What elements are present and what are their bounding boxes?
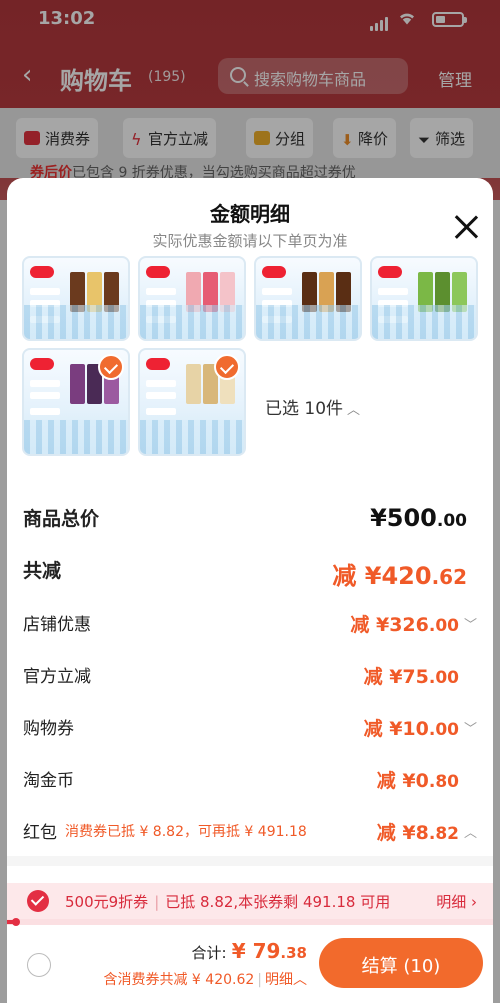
coupon-name: 500元9折券: [65, 893, 149, 911]
total-amount: ¥ 79.38: [231, 939, 307, 963]
amount-row-label: 红包: [23, 823, 57, 843]
chevron-up-icon: ︿: [347, 403, 361, 418]
amount-row-value: 减 ¥10.00: [363, 718, 459, 740]
amount-row-label: 官方立减: [23, 667, 91, 687]
divider: [7, 856, 493, 866]
chevron-up-icon[interactable]: ︿: [464, 822, 477, 841]
total-detail-link[interactable]: 明细︿: [265, 972, 307, 988]
check-icon[interactable]: [98, 354, 124, 380]
amount-row-label: 购物券: [23, 719, 74, 739]
selected-count: 已选 10件: [265, 399, 344, 419]
brand-logo: [146, 266, 170, 278]
chevron-down-icon[interactable]: ﹀: [464, 718, 477, 737]
product-thumbnail[interactable]: [22, 256, 130, 341]
total-price: 合计: ¥ 79.38: [192, 939, 307, 963]
amount-row-label: 店铺优惠: [23, 615, 91, 635]
amount-row-value: 减 ¥8.82: [376, 822, 459, 844]
amount-row: 官方立减 减 ¥75.00: [23, 662, 477, 692]
product-thumbnail[interactable]: [370, 256, 478, 341]
checkout-bar: 合计: ¥ 79.38 含消费券共减 ¥ 420.62 | 明细︿ 结算 (10): [7, 933, 493, 1003]
brand-logo: [378, 266, 402, 278]
checkout-button[interactable]: 结算 (10): [319, 938, 483, 988]
product-thumbnail[interactable]: [22, 348, 130, 456]
selected-count-toggle[interactable]: 已选 10件 ︿: [265, 394, 360, 419]
product-thumbnail[interactable]: [138, 348, 246, 456]
sheet-subtitle: 实际优惠金额请以下单页为准: [152, 232, 348, 250]
close-icon[interactable]: [453, 214, 479, 240]
brand-logo: [30, 266, 54, 278]
total-label: 合计:: [191, 944, 227, 962]
coupon-strip-text: 500元9折券 | 已抵 8.82,本张券剩 491.18 可用: [65, 893, 391, 911]
brand-logo: [262, 266, 286, 278]
amount-row-value: 减 ¥0.80: [376, 770, 459, 792]
coupon-progress-bar: [7, 918, 493, 926]
coupon-detail-link[interactable]: 明细 ›: [436, 891, 477, 912]
amount-row-note: 消费券已抵 ¥ 8.82，可再抵 ¥ 491.18: [65, 824, 307, 840]
product-thumbnail[interactable]: [254, 256, 362, 341]
sheet-title: 金额明细: [210, 202, 290, 226]
total-discount-line: 含消费券共减 ¥ 420.62 | 明细︿: [103, 972, 307, 988]
product-thumbnail[interactable]: [138, 256, 246, 341]
coupon-progress-dot: [11, 918, 20, 926]
amount-row-label: 淘金币: [23, 771, 74, 791]
brand-logo: [30, 358, 54, 370]
select-all-radio[interactable]: [27, 953, 51, 977]
amount-row-value: 减 ¥420.62: [332, 562, 467, 590]
amount-row-value: ¥500.00: [370, 504, 467, 532]
check-icon[interactable]: [214, 354, 240, 380]
amount-row: 淘金币 减 ¥0.80: [23, 766, 477, 796]
amount-row: 共减 减 ¥420.62: [23, 556, 477, 590]
amount-row-label: 商品总价: [23, 508, 100, 530]
amount-detail-sheet: 金额明细 实际优惠金额请以下单页为准 已选 10件 ︿ 商品总价 ¥500.00 共减…: [7, 178, 493, 1003]
amount-row-value: 减 ¥326.00: [350, 614, 459, 636]
chevron-down-icon[interactable]: ﹀: [464, 614, 477, 633]
amount-row[interactable]: 店铺优惠 减 ¥326.00 ﹀: [23, 610, 477, 640]
amount-row[interactable]: 红包 消费券已抵 ¥ 8.82，可再抵 ¥ 491.18 减 ¥8.82 ︿: [23, 818, 477, 848]
amount-row: 商品总价 ¥500.00: [23, 504, 477, 534]
amount-row-value: 减 ¥75.00: [363, 666, 459, 688]
total-discount-text: 含消费券共减 ¥ 420.62: [103, 972, 255, 988]
brand-logo: [146, 358, 170, 370]
coupon-check-icon: [27, 890, 49, 912]
amount-row[interactable]: 购物券 减 ¥10.00 ﹀: [23, 714, 477, 744]
coupon-strip[interactable]: 500元9折券 | 已抵 8.82,本张券剩 491.18 可用 明细 ›: [7, 883, 493, 919]
coupon-usage: 已抵 8.82,本张券剩 491.18 可用: [165, 893, 391, 911]
amount-row-label: 共减: [23, 560, 62, 582]
